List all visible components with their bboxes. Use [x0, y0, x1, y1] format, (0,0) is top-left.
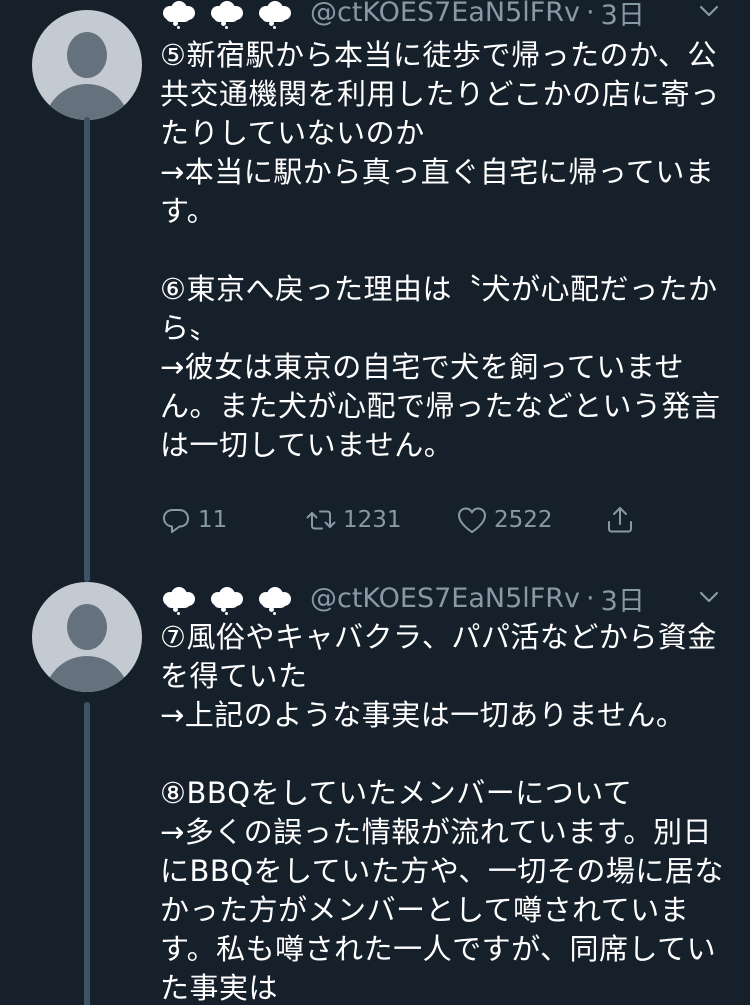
- retweet-icon: [306, 510, 336, 530]
- header-separator: ·: [586, 0, 595, 28]
- reply-icon: [163, 509, 189, 533]
- share-button[interactable]: [604, 504, 636, 536]
- like-button[interactable]: 2522: [456, 504, 553, 536]
- share-icon: [608, 507, 632, 533]
- tweet[interactable]: @ctKOES7EaN5lFRv · 3日 ⑤新宿駅から本当に徒歩で帰ったのか、…: [0, 0, 750, 583]
- avatar[interactable]: [32, 10, 142, 120]
- heart-icon: [458, 507, 486, 533]
- cloud-emoji-icon: [208, 583, 244, 615]
- reply-count: 11: [198, 507, 228, 533]
- avatar-body-shape: [44, 656, 130, 692]
- avatar[interactable]: [32, 582, 142, 692]
- tweet-header: @ctKOES7EaN5lFRv · 3日: [160, 576, 645, 620]
- cloud-emoji-icon: [208, 0, 244, 29]
- timeline: @ctKOES7EaN5lFRv · 3日 ⑤新宿駅から本当に徒歩で帰ったのか、…: [0, 0, 750, 1005]
- thread-line: [84, 702, 90, 1005]
- tweet-text: ⑤新宿駅から本当に徒歩で帰ったのか、公共交通機関を利用したりどこかの店に寄ったり…: [160, 38, 721, 462]
- cloud-emoji-icon: [160, 0, 196, 29]
- tweet[interactable]: @ctKOES7EaN5lFRv · 3日 ⑦風俗やキャバクラ、パパ活などから資…: [0, 572, 750, 1005]
- user-handle[interactable]: @ctKOES7EaN5lFRv: [310, 583, 580, 614]
- cloud-emoji-icon: [160, 583, 196, 615]
- tweet-actions: 11 1231 2522: [160, 502, 720, 542]
- reply-button[interactable]: 11: [160, 504, 227, 536]
- cloud-emoji-icon: [256, 583, 292, 615]
- thread-line: [84, 117, 90, 582]
- tweet-header: @ctKOES7EaN5lFRv · 3日: [160, 0, 645, 34]
- retweet-count: 1231: [343, 507, 402, 533]
- avatar-head-shape: [67, 32, 107, 78]
- cloud-emoji-icon: [256, 0, 292, 29]
- chevron-down-icon[interactable]: [697, 0, 721, 23]
- retweet-button[interactable]: 1231: [305, 504, 402, 536]
- like-count: 2522: [494, 507, 553, 533]
- tweet-text: ⑦風俗やキャバクラ、パパ活などから資金を得ていた →上記のような事実は一切ありま…: [160, 620, 724, 1005]
- user-handle[interactable]: @ctKOES7EaN5lFRv: [310, 0, 580, 28]
- tweet-timestamp[interactable]: 3日: [601, 0, 645, 32]
- avatar-head-shape: [67, 604, 107, 650]
- tweet-timestamp[interactable]: 3日: [601, 579, 645, 618]
- chevron-down-icon[interactable]: [697, 585, 721, 609]
- header-separator: ·: [586, 582, 595, 614]
- avatar-body-shape: [44, 84, 130, 120]
